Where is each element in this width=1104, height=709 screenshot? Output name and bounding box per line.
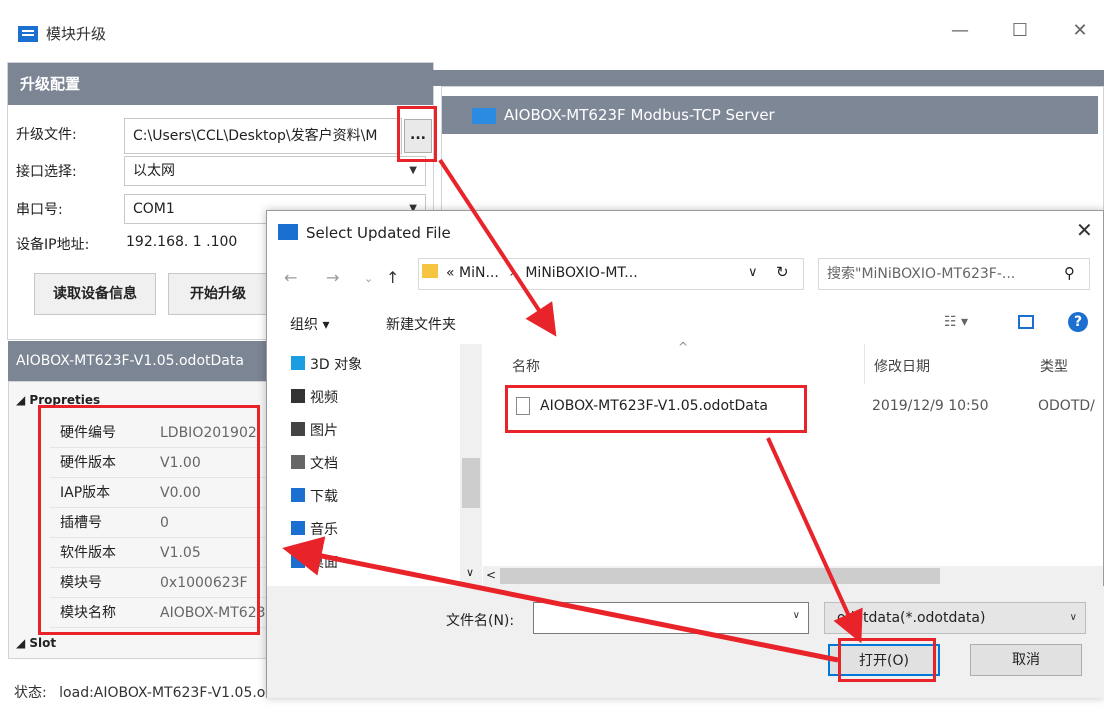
refresh-icon[interactable]: ↻ xyxy=(776,263,789,281)
close-icon[interactable]: ✕ xyxy=(1060,16,1100,46)
filename-input[interactable]: ∨ xyxy=(533,602,809,634)
nav-item[interactable]: 文档 xyxy=(310,453,338,473)
nav-item[interactable]: 视频 xyxy=(310,387,338,407)
column-date[interactable]: 修改日期 xyxy=(874,356,930,376)
nav-item[interactable]: 3D 对象 xyxy=(310,354,362,374)
interface-label: 接口选择: xyxy=(16,164,77,180)
forward-icon[interactable]: → xyxy=(326,268,339,287)
help-icon[interactable]: ? xyxy=(1068,312,1088,332)
view-options-icon[interactable]: ☷ ▾ xyxy=(944,314,968,330)
filter-value: odotdata(*.odotdata) xyxy=(837,610,986,626)
nav-item[interactable]: 图片 xyxy=(310,420,338,440)
chevron-down-icon: ∨ xyxy=(792,610,800,621)
minimize-icon[interactable]: — xyxy=(940,16,980,46)
folder-icon xyxy=(472,108,496,124)
column-type[interactable]: 类型 xyxy=(1040,356,1068,376)
breadcrumb-item-1[interactable]: MiN... xyxy=(459,265,499,281)
right-header-bar xyxy=(433,70,1104,86)
scroll-down-icon[interactable]: ∨ xyxy=(466,566,474,579)
address-dropdown-icon[interactable]: ∨ xyxy=(748,265,758,280)
dialog-close-icon[interactable]: ✕ xyxy=(1076,218,1093,242)
organize-menu[interactable]: 组织 ▾ xyxy=(290,314,329,334)
ip-value[interactable]: 192.168. 1 .100 xyxy=(126,234,266,250)
back-icon[interactable]: ← xyxy=(284,268,297,287)
serial-label: 串口号: xyxy=(16,202,63,218)
start-upgrade-button[interactable]: 开始升级 xyxy=(168,273,268,315)
breadcrumb: « MiN... › MiNiBOXIO-MT... xyxy=(446,265,638,281)
desktop-icon xyxy=(291,554,305,568)
cube-icon xyxy=(291,356,305,370)
download-icon xyxy=(291,488,305,502)
chevron-down-icon: ∨ xyxy=(1069,612,1077,623)
collapse-icon: ◢ xyxy=(16,393,30,407)
column-name[interactable]: 名称 xyxy=(512,356,540,376)
file-type-filter[interactable]: odotdata(*.odotdata) ∨ xyxy=(824,602,1086,634)
breadcrumb-item-2[interactable]: MiNiBOXIO-MT... xyxy=(525,265,637,281)
nav-scroll-thumb[interactable] xyxy=(462,458,480,508)
highlight-browse xyxy=(397,106,437,162)
scroll-left-icon[interactable]: < xyxy=(486,568,496,582)
hscroll-thumb[interactable] xyxy=(500,568,940,584)
file-type: ODOTD/ xyxy=(1038,398,1095,414)
app-icon xyxy=(18,26,38,42)
dialog-title: Select Updated File xyxy=(306,224,451,242)
column-divider xyxy=(864,344,865,384)
config-header: 升级配置 xyxy=(8,63,433,105)
serial-value: COM1 xyxy=(133,201,175,217)
ip-label: 设备IP地址: xyxy=(16,237,90,253)
cancel-button[interactable]: 取消 xyxy=(970,644,1082,676)
picture-icon xyxy=(291,422,305,436)
maximize-icon[interactable]: ☐ xyxy=(1000,16,1040,46)
file-info-header: AIOBOX-MT623F-V1.05.odotData xyxy=(8,341,268,381)
dialog-app-icon xyxy=(278,224,298,240)
collapse-icon: ◢ xyxy=(16,636,30,650)
search-icon: ⚲ xyxy=(1064,264,1075,282)
file-date: 2019/12/9 10:50 xyxy=(872,398,989,414)
interface-select[interactable]: 以太网 ▼ xyxy=(124,156,426,186)
highlight-open xyxy=(838,638,936,682)
group-slot-label: Slot xyxy=(29,636,57,650)
group-slot[interactable]: ◢ Slot xyxy=(16,632,56,654)
new-folder-button[interactable]: 新建文件夹 xyxy=(386,314,456,334)
folder-icon xyxy=(422,264,438,278)
breadcrumb-sep: › xyxy=(509,265,515,281)
file-path-field[interactable]: C:\Users\CCL\Desktop\发客户资料\M xyxy=(124,118,402,154)
nav-item[interactable]: 音乐 xyxy=(310,519,338,539)
breadcrumb-prefix: « xyxy=(446,265,455,281)
nav-item[interactable]: 下载 xyxy=(310,486,338,506)
up-icon[interactable]: ↑ xyxy=(386,268,399,287)
file-label: 升级文件: xyxy=(16,127,77,143)
recent-dropdown-icon[interactable]: ⌄ xyxy=(364,272,373,285)
highlight-properties xyxy=(38,405,260,635)
tree-item-server[interactable]: AIOBOX-MT623F Modbus-TCP Server xyxy=(442,96,1098,134)
filename-label: 文件名(N): xyxy=(446,613,515,629)
document-icon xyxy=(291,455,305,469)
status-label: 状态: xyxy=(14,685,47,701)
window-title: 模块升级 xyxy=(46,25,107,43)
interface-value: 以太网 xyxy=(133,163,175,179)
server-label: AIOBOX-MT623F Modbus-TCP Server xyxy=(504,106,775,124)
preview-pane-icon[interactable] xyxy=(1018,315,1034,329)
video-icon xyxy=(291,389,305,403)
highlight-file xyxy=(505,385,807,433)
music-icon xyxy=(291,521,305,535)
search-input[interactable]: 搜索"MiNiBOXIO-MT623F-... xyxy=(818,258,1090,290)
nav-item[interactable]: 桌面 xyxy=(310,552,338,568)
sort-indicator-icon: ^ xyxy=(678,340,689,354)
read-device-info-button[interactable]: 读取设备信息 xyxy=(34,273,156,315)
